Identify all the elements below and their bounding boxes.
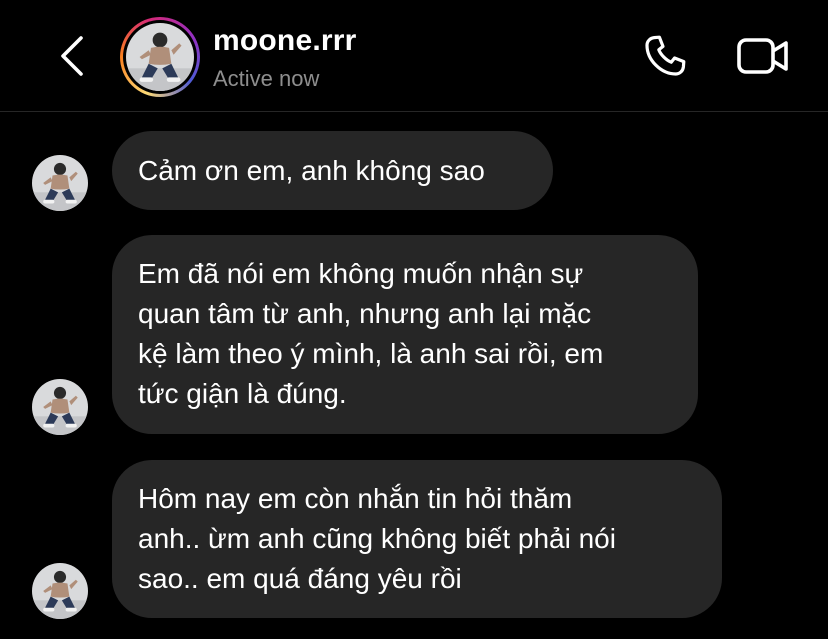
message-text-line: Hôm nay em còn nhắn tin hỏi thăm — [138, 483, 573, 514]
sender-avatar[interactable] — [32, 155, 88, 211]
profile-avatar[interactable] — [120, 17, 200, 97]
sender-avatar[interactable] — [32, 563, 88, 619]
video-camera-icon — [736, 35, 790, 82]
message-text-line: sao.. em quá đáng yêu rồi — [138, 563, 462, 594]
message-text-line: tức giận là đúng. — [138, 378, 347, 409]
message-text-line: Em đã nói em không muốn nhận sự — [138, 258, 584, 289]
chevron-left-icon — [57, 34, 87, 83]
message-text-line: quan tâm từ anh, nhưng anh lại mặc — [138, 298, 592, 329]
message-bubble[interactable]: Cảm ơn em, anh không sao — [112, 131, 553, 210]
active-status: Active now — [213, 66, 320, 91]
video-call-button[interactable] — [734, 34, 792, 82]
sender-avatar[interactable] — [32, 379, 88, 435]
back-button[interactable] — [52, 32, 92, 84]
message-text: Cảm ơn em, anh không sao — [138, 155, 485, 186]
phone-icon — [641, 32, 689, 85]
message-bubble[interactable]: Hôm nay em còn nhắn tin hỏi thăm anh.. ừ… — [112, 460, 722, 618]
message-bubble[interactable]: Em đã nói em không muốn nhận sự quan tâm… — [112, 235, 698, 434]
username[interactable]: moone.rrr — [213, 24, 357, 58]
audio-call-button[interactable] — [638, 32, 692, 84]
avatar — [126, 23, 194, 91]
chat-header: moone.rrr Active now — [0, 0, 828, 112]
message-text-line: kệ làm theo ý mình, là anh sai rồi, em — [138, 338, 604, 369]
message-text-line: anh.. ừm anh cũng không biết phải nói — [138, 523, 616, 554]
